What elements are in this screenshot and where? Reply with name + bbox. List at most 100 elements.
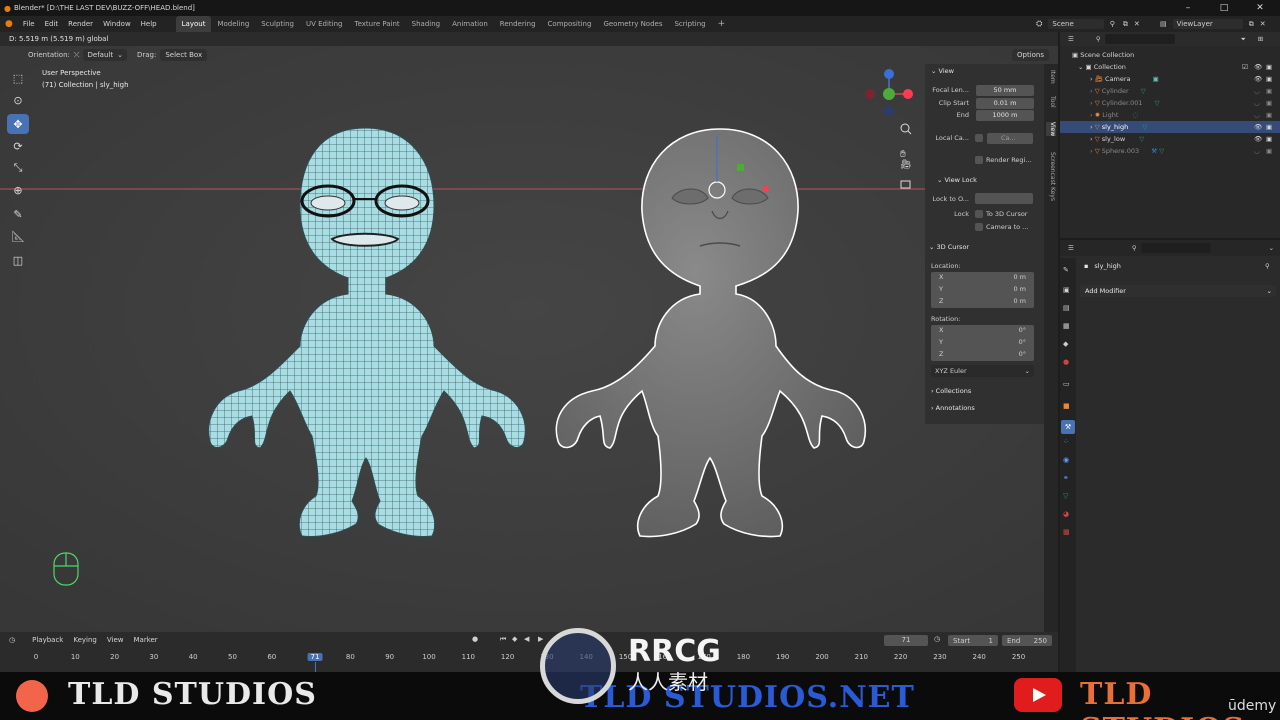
- expand-icon[interactable]: ›: [1090, 75, 1093, 83]
- scale-tool-icon[interactable]: ⤡: [7, 158, 29, 178]
- pin-properties-icon[interactable]: ⚲: [1265, 262, 1270, 270]
- move-tool-icon[interactable]: ✥: [7, 114, 29, 134]
- render-props-icon[interactable]: ▣: [1063, 286, 1070, 294]
- cylinder-001-eye-closed-icon[interactable]: ◡: [1254, 97, 1260, 109]
- copy-icon[interactable]: ⧉: [1123, 20, 1128, 29]
- data-props-icon[interactable]: ▽: [1063, 492, 1068, 500]
- tab-screencast-keys[interactable]: Screencast Keys: [1046, 152, 1056, 201]
- measure-tool-icon[interactable]: 📐︎: [7, 226, 29, 246]
- menu-window[interactable]: Window: [98, 16, 136, 32]
- menu-edit[interactable]: Edit: [40, 16, 64, 32]
- output-props-icon[interactable]: ▤: [1063, 304, 1070, 312]
- tab-view[interactable]: View: [1046, 122, 1056, 137]
- physics-props-icon[interactable]: ◉: [1063, 456, 1069, 464]
- cylinder-eye-closed-icon[interactable]: ◡: [1254, 85, 1260, 97]
- frame-ruler[interactable]: 0102030405060718090100110120130140150160…: [0, 632, 1058, 672]
- view-layer-props-icon[interactable]: ▦: [1063, 322, 1070, 330]
- object-props-icon[interactable]: ■: [1063, 402, 1070, 410]
- pin-icon[interactable]: ⚲: [1110, 20, 1115, 28]
- tool-props-icon[interactable]: ✎: [1063, 266, 1069, 274]
- clip-start-field[interactable]: 0.01 m: [976, 98, 1034, 109]
- sphere-003-render-icon[interactable]: ▣: [1266, 145, 1272, 157]
- sly-low-eye-icon[interactable]: 👁︎: [1254, 133, 1262, 145]
- tab-layout[interactable]: Layout: [175, 16, 212, 32]
- tab-animation[interactable]: Animation: [446, 16, 494, 32]
- filter-icon[interactable]: ⏷: [1241, 35, 1246, 44]
- outliner-item-cylinder[interactable]: › ▽ Cylinder ▽ ◡ ▣: [1060, 85, 1280, 97]
- rot-z-field[interactable]: 0°: [1019, 350, 1026, 358]
- loc-x-field[interactable]: 0 m: [1013, 273, 1026, 281]
- collections-section-title[interactable]: › Collections: [931, 387, 971, 395]
- select-tool-icon[interactable]: ⬚: [7, 68, 29, 88]
- minimize-icon[interactable]: –: [1170, 0, 1206, 16]
- tab-texture-paint[interactable]: Texture Paint: [349, 16, 406, 32]
- options-dropdown[interactable]: Options: [1012, 49, 1050, 61]
- menu-render[interactable]: Render: [63, 16, 98, 32]
- focal-length-field[interactable]: 50 mm: [976, 85, 1034, 96]
- constraints-props-icon[interactable]: ⚭: [1063, 474, 1069, 482]
- annotations-section-title[interactable]: › Annotations: [931, 404, 975, 412]
- collapse-chevron-icon[interactable]: ⌄: [1078, 63, 1083, 71]
- outliner-item-sly-low[interactable]: › ▽ sly_low ▽ 👁︎ ▣: [1060, 133, 1280, 145]
- scene-props-icon[interactable]: ◆: [1063, 340, 1068, 348]
- copy-layer-icon[interactable]: ⧉: [1249, 20, 1254, 29]
- outliner-item-sphere-003[interactable]: › ▽ Sphere.003 ⚒ ▽ ◡ ▣: [1060, 145, 1280, 157]
- expand-icon[interactable]: ›: [1090, 87, 1093, 95]
- view-section-title[interactable]: ⌄ View: [925, 64, 1044, 78]
- collection-props-icon[interactable]: ▭: [1063, 380, 1070, 388]
- outliner-item-cylinder-001[interactable]: › ▽ Cylinder.001 ▽ ◡ ▣: [1060, 97, 1280, 109]
- rot-x-field[interactable]: 0°: [1019, 326, 1026, 334]
- cylinder-001-render-icon[interactable]: ▣: [1266, 97, 1272, 109]
- expand-icon[interactable]: ›: [1090, 123, 1093, 131]
- outliner-item-light[interactable]: › ✹ Light ◌ ◡ ▣: [1060, 109, 1280, 121]
- transform-tool-icon[interactable]: ⊕: [7, 180, 29, 200]
- scene-selector[interactable]: ⛭ Scene ⚲ ⧉ ✕: [1036, 16, 1140, 32]
- outliner-search-input[interactable]: [1104, 34, 1175, 44]
- outliner-editor-icon[interactable]: ☰: [1068, 35, 1074, 43]
- view-layer-selector[interactable]: ▤ ViewLayer ⧉ ✕: [1160, 16, 1266, 32]
- render-region-checkbox[interactable]: [975, 156, 983, 164]
- light-eye-closed-icon[interactable]: ◡: [1254, 109, 1260, 121]
- playhead-line[interactable]: [315, 662, 317, 672]
- expand-icon[interactable]: ›: [1090, 111, 1093, 119]
- sly-high-render-icon[interactable]: ▣: [1266, 121, 1272, 133]
- view-lock-title[interactable]: ⌄ View Lock: [937, 176, 977, 184]
- add-workspace-icon[interactable]: +: [712, 16, 732, 32]
- clip-end-field[interactable]: 1000 m: [976, 110, 1034, 121]
- sphere-003-eye-closed-icon[interactable]: ◡: [1254, 145, 1260, 157]
- annotate-tool-icon[interactable]: ✎: [7, 204, 29, 224]
- rotate-tool-icon[interactable]: ⟳: [7, 136, 29, 156]
- particles-props-icon[interactable]: ⁘: [1063, 438, 1069, 446]
- properties-search-input[interactable]: [1140, 243, 1211, 253]
- expand-icon[interactable]: ›: [1090, 135, 1093, 143]
- properties-options-chevron-icon[interactable]: ⌄: [1269, 244, 1274, 252]
- close-icon[interactable]: ✕: [1242, 0, 1278, 16]
- material-props-icon[interactable]: ◕: [1063, 510, 1069, 518]
- tab-item[interactable]: Item: [1046, 70, 1056, 84]
- tab-scripting[interactable]: Scripting: [668, 16, 711, 32]
- expand-icon[interactable]: ›: [1090, 147, 1093, 155]
- modifier-props-icon[interactable]: ⚒: [1061, 420, 1075, 434]
- add-modifier-dropdown[interactable]: Add Modifier ⌄: [1080, 285, 1276, 297]
- outliner-scene-collection[interactable]: ▣ Scene Collection: [1060, 49, 1280, 61]
- sly-low-render-icon[interactable]: ▣: [1266, 133, 1272, 145]
- 3d-viewport[interactable]: User Perspective (71) Collection | sly_h…: [0, 46, 1058, 632]
- camera-to-view-checkbox[interactable]: [975, 223, 983, 231]
- outliner-collection[interactable]: ⌄ ▣ Collection ☑ 👁︎ ▣: [1060, 61, 1280, 73]
- camera-render-icon[interactable]: ▣: [1266, 73, 1272, 85]
- rotation-mode-dropdown[interactable]: XYZ Euler ⌄: [931, 365, 1034, 377]
- close-layer-icon[interactable]: ✕: [1260, 20, 1266, 28]
- tab-compositing[interactable]: Compositing: [542, 16, 598, 32]
- maximize-icon[interactable]: □: [1206, 0, 1242, 16]
- loc-y-field[interactable]: 0 m: [1013, 285, 1026, 293]
- new-collection-icon[interactable]: ⊞: [1258, 35, 1263, 43]
- collection-eye-icon[interactable]: 👁︎: [1254, 61, 1262, 73]
- collection-check-icon[interactable]: ☑: [1242, 61, 1248, 73]
- tab-sculpting[interactable]: Sculpting: [255, 16, 300, 32]
- expand-icon[interactable]: ›: [1090, 99, 1093, 107]
- tab-shading[interactable]: Shading: [406, 16, 446, 32]
- camera-eye-icon[interactable]: 👁︎: [1254, 73, 1262, 85]
- hand-pan-icon[interactable]: ✋︎: [900, 149, 906, 160]
- properties-editor-icon[interactable]: ☰: [1068, 244, 1074, 252]
- local-camera-field[interactable]: Ca...: [987, 133, 1033, 144]
